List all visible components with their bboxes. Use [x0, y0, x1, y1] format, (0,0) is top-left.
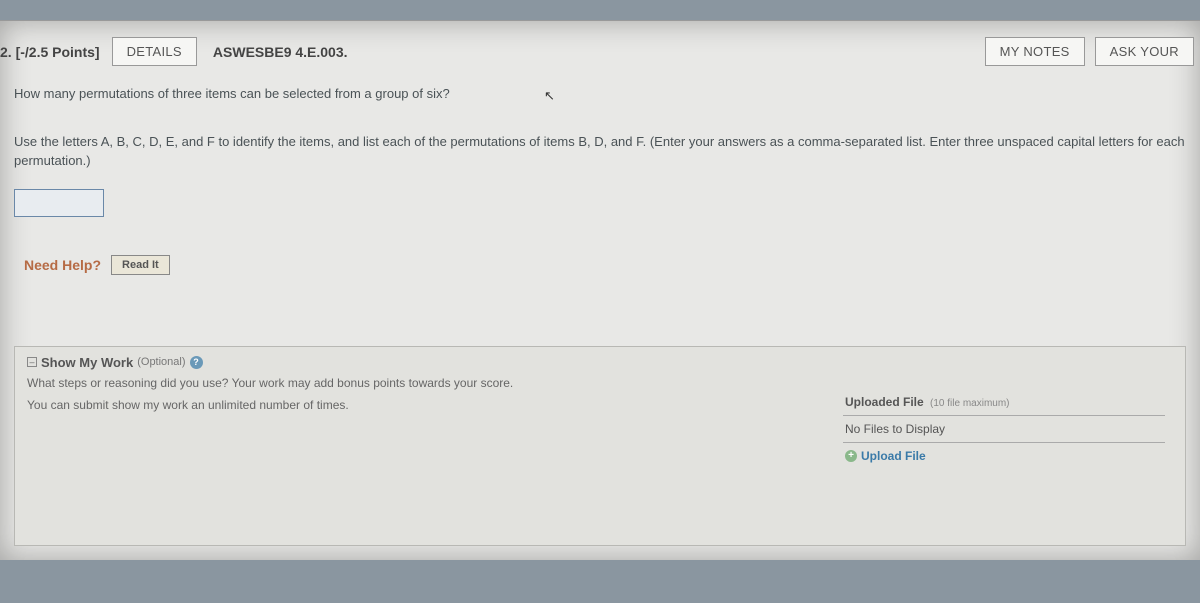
show-work-desc2: You can submit show my work an unlimited…	[27, 396, 823, 414]
show-work-optional: (Optional)	[137, 356, 185, 368]
need-help-row: Need Help? Read It	[16, 245, 1184, 286]
no-files-row: No Files to Display	[843, 416, 1165, 443]
upload-file-link[interactable]: + Upload File	[845, 449, 1163, 463]
details-button[interactable]: DETAILS	[112, 37, 197, 66]
need-help-label: Need Help?	[24, 255, 101, 276]
uploaded-file-header: Uploaded File (10 file maximum)	[843, 389, 1165, 416]
answer-input[interactable]	[14, 189, 104, 217]
show-work-header[interactable]: – Show My Work (Optional) ?	[27, 355, 823, 370]
ask-teacher-button[interactable]: ASK YOUR	[1095, 37, 1194, 66]
my-notes-button[interactable]: MY NOTES	[985, 37, 1085, 66]
show-work-desc1: What steps or reasoning did you use? You…	[27, 374, 823, 392]
header-right-buttons: MY NOTES ASK YOUR	[985, 37, 1192, 66]
show-work-right: Uploaded File (10 file maximum) No Files…	[843, 355, 1173, 545]
question-text-2: Use the letters A, B, C, D, E, and F to …	[14, 132, 1186, 171]
question-code: ASWESBE9 4.E.003.	[213, 44, 348, 60]
upload-file-label: Upload File	[861, 449, 926, 463]
read-it-button[interactable]: Read It	[111, 255, 170, 275]
help-icon[interactable]: ?	[190, 356, 203, 369]
show-work-left: – Show My Work (Optional) ? What steps o…	[27, 355, 823, 545]
uploaded-file-title: Uploaded File	[845, 395, 924, 409]
upload-file-row: + Upload File	[843, 443, 1165, 469]
uploaded-file-sub: (10 file maximum)	[930, 398, 1009, 409]
question-text-1: How many permutations of three items can…	[14, 84, 1186, 104]
show-work-title: Show My Work	[41, 355, 133, 370]
expand-icon[interactable]: –	[27, 357, 37, 367]
show-my-work-panel: – Show My Work (Optional) ? What steps o…	[14, 346, 1186, 546]
question-line1: How many permutations of three items can…	[14, 86, 450, 101]
question-header: 2. [-/2.5 Points] DETAILS ASWESBE9 4.E.0…	[0, 21, 1200, 78]
question-number-points: 2. [-/2.5 Points]	[0, 44, 100, 60]
question-body: How many permutations of three items can…	[0, 78, 1200, 306]
question-page: 2. [-/2.5 Points] DETAILS ASWESBE9 4.E.0…	[0, 20, 1200, 560]
plus-icon: +	[845, 450, 857, 462]
cursor-icon: ↖	[544, 86, 555, 106]
